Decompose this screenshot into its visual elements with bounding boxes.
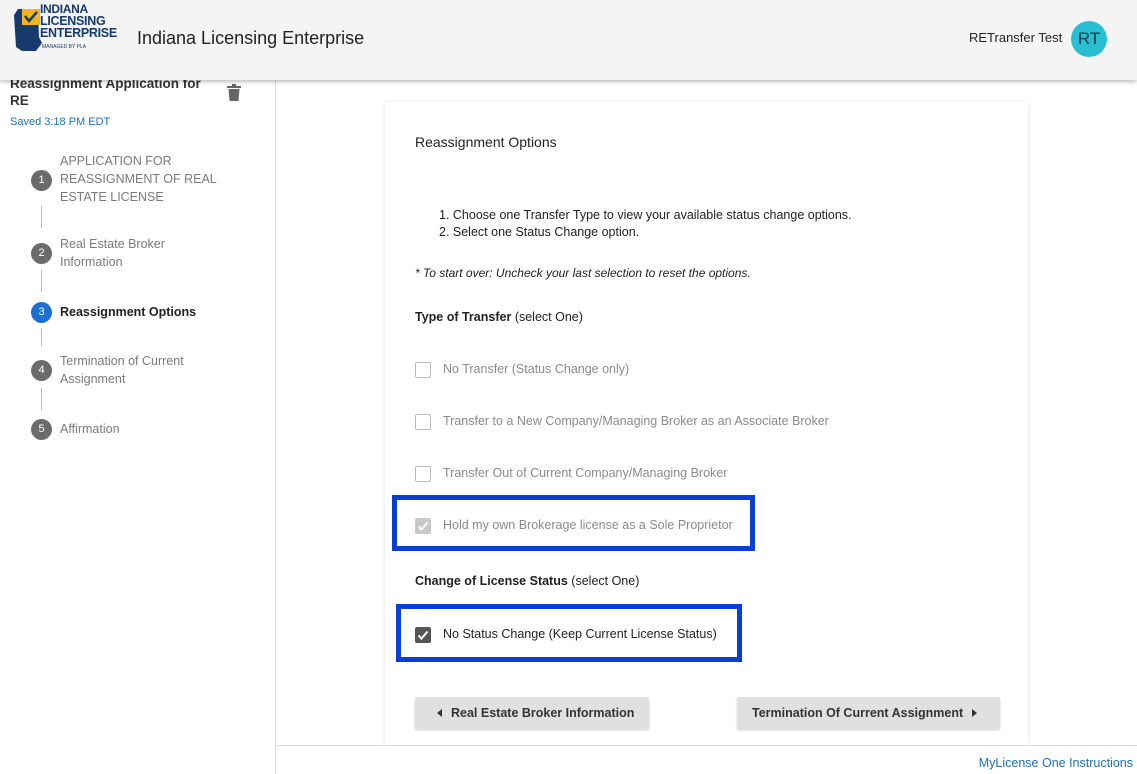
trash-icon[interactable] [227,84,241,101]
user-avatar[interactable]: RT [1071,21,1107,57]
footer: MyLicense One Instructions [277,745,1137,774]
logo-text: INDIANA LICENSING ENTERPRISE [40,2,117,40]
highlight-box [392,495,755,551]
step-5-number: 5 [31,419,52,440]
chevron-right-icon [972,709,977,717]
saved-status: Saved 3:18 PM EDT [10,116,111,128]
main-content: Reassignment Options 1. Choose one Trans… [277,80,1137,745]
user-name[interactable]: RETransfer Test [969,30,1062,45]
option-label: Transfer to a New Company/Managing Broke… [443,414,829,428]
step-3-number: 3 [31,302,52,323]
instructions-link[interactable]: MyLicense One Instructions [979,756,1133,770]
checkbox-transfer-new-company[interactable] [415,414,431,430]
option-transfer-out[interactable]: Transfer Out of Current Company/Managing… [415,465,755,485]
ile-logo[interactable]: INDIANA LICENSING ENTERPRISE MANAGED BY … [12,3,120,55]
step-1-label[interactable]: APPLICATION FOR REASSIGNMENT OF REAL EST… [60,152,225,206]
application-name: Reassignment Application for RE [10,76,201,108]
instruction-2: 2. Select one Status Change option. [439,225,640,239]
instruction-1: 1. Choose one Transfer Type to view your… [439,208,852,222]
reset-note: * To start over: Uncheck your last selec… [415,266,751,280]
option-label: Transfer Out of Current Company/Managing… [443,466,728,480]
highlight-box [396,604,742,662]
reassignment-options-card: Reassignment Options 1. Choose one Trans… [385,102,1028,745]
step-connector [41,270,42,292]
next-button[interactable]: Termination Of Current Assignment [737,697,1000,729]
transfer-type-heading: Type of Transfer (select One) [415,310,583,324]
step-3-label[interactable]: Reassignment Options [60,303,225,321]
checkbox-no-transfer[interactable] [415,362,431,378]
step-4-label[interactable]: Termination of Current Assignment [60,352,225,388]
step-2-label[interactable]: Real Estate Broker Information [60,235,225,271]
option-label: No Transfer (Status Change only) [443,362,630,376]
step-2-number: 2 [31,243,52,264]
option-no-transfer[interactable]: No Transfer (Status Change only) [415,361,715,381]
logo-managed-by: MANAGED BY PLA [42,44,87,50]
chevron-left-icon [437,709,442,717]
app-title: Indiana Licensing Enterprise [137,28,365,48]
sidebar: Reassignment Application for RE Saved 3:… [0,76,276,774]
license-status-heading: Change of License Status (select One) [415,574,640,588]
step-4-number: 4 [31,360,52,381]
card-title: Reassignment Options [415,134,557,150]
checkbox-transfer-out[interactable] [415,466,431,482]
step-1-number: 1 [31,170,52,191]
step-connector [41,388,42,410]
option-transfer-new-company[interactable]: Transfer to a New Company/Managing Broke… [415,413,855,433]
step-5-label[interactable]: Affirmation [60,420,225,438]
step-connector [41,206,42,228]
back-button[interactable]: Real Estate Broker Information [415,697,649,729]
app-header: INDIANA LICENSING ENTERPRISE MANAGED BY … [0,0,1137,80]
step-connector [41,328,42,346]
